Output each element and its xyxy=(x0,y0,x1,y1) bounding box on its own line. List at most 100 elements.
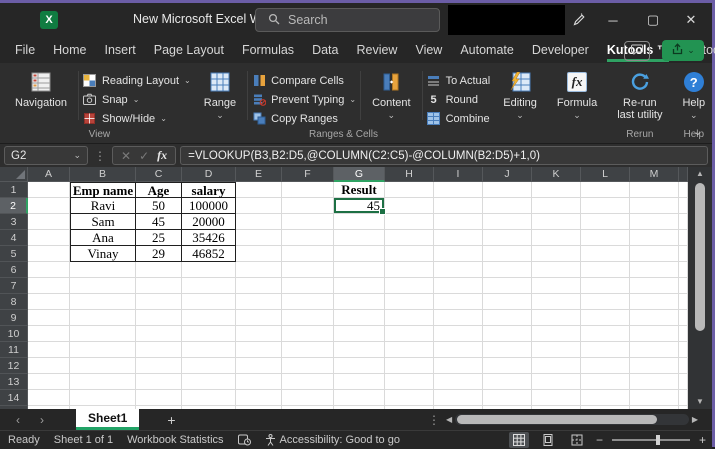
cell-L4[interactable] xyxy=(581,230,630,246)
cell-F1[interactable] xyxy=(282,182,334,198)
cell-E6[interactable] xyxy=(236,262,282,278)
cell-A13[interactable] xyxy=(28,374,70,390)
cancel-icon[interactable]: ✕ xyxy=(121,149,131,163)
row-header-7[interactable]: 7 xyxy=(0,278,28,294)
cell-E2[interactable] xyxy=(236,198,282,214)
cell-H1[interactable] xyxy=(385,182,434,198)
reading-layout-button[interactable]: Reading Layout ⌄ xyxy=(83,71,191,90)
cell-C8[interactable] xyxy=(136,294,182,310)
zoom-in-button[interactable]: + xyxy=(699,433,706,447)
cell-A1[interactable] xyxy=(28,182,70,198)
cell-B5[interactable]: Vinay xyxy=(70,246,136,262)
cell-H12[interactable] xyxy=(385,358,434,374)
cell-I11[interactable] xyxy=(434,342,483,358)
cell-K4[interactable] xyxy=(532,230,581,246)
cell-M10[interactable] xyxy=(630,326,679,342)
cell-L13[interactable] xyxy=(581,374,630,390)
cell-G4[interactable] xyxy=(334,230,385,246)
row-header-1[interactable]: 1 xyxy=(0,182,28,198)
cell-E4[interactable] xyxy=(236,230,282,246)
cell-K5[interactable] xyxy=(532,246,581,262)
column-header-M[interactable]: M xyxy=(630,167,679,182)
cell-F7[interactable] xyxy=(282,278,334,294)
cell-H2[interactable] xyxy=(385,198,434,214)
column-header-A[interactable]: A xyxy=(28,167,70,182)
cell-F12[interactable] xyxy=(282,358,334,374)
cell-J5[interactable] xyxy=(483,246,532,262)
tab-home[interactable]: Home xyxy=(44,38,95,62)
cell-E7[interactable] xyxy=(236,278,282,294)
cell-B12[interactable] xyxy=(70,358,136,374)
accessibility-status[interactable]: Accessibility: Good to go xyxy=(280,434,400,446)
cell-I3[interactable] xyxy=(434,214,483,230)
round-button[interactable]: 5 Round xyxy=(427,90,491,109)
zoom-slider[interactable] xyxy=(611,435,690,445)
row-header-2[interactable]: 2 xyxy=(0,198,28,214)
cell-I10[interactable] xyxy=(434,326,483,342)
column-header-F[interactable]: F xyxy=(282,167,334,182)
cell-L5[interactable] xyxy=(581,246,630,262)
row-header-13[interactable]: 13 xyxy=(0,374,28,390)
sheet-nav-left-icon[interactable]: ‹ xyxy=(6,413,30,427)
scroll-down-icon[interactable]: ▼ xyxy=(696,395,704,409)
cell-B4[interactable]: Ana xyxy=(70,230,136,246)
editing-button[interactable]: Editing ⌄ xyxy=(496,66,544,128)
name-box[interactable]: G2 ⌄ xyxy=(4,146,88,165)
zoom-slider-thumb[interactable] xyxy=(655,435,660,445)
column-header-H[interactable]: H xyxy=(385,167,434,182)
cell-K10[interactable] xyxy=(532,326,581,342)
cell-E12[interactable] xyxy=(236,358,282,374)
cell-C12[interactable] xyxy=(136,358,182,374)
insert-function-icon[interactable]: fx xyxy=(157,148,167,163)
workbook-statistics[interactable]: Workbook Statistics xyxy=(127,434,223,446)
cell-C10[interactable] xyxy=(136,326,182,342)
cell-I9[interactable] xyxy=(434,310,483,326)
cell-F11[interactable] xyxy=(282,342,334,358)
cell-M7[interactable] xyxy=(630,278,679,294)
cell-G10[interactable] xyxy=(334,326,385,342)
cell-H14[interactable] xyxy=(385,390,434,406)
cell-J6[interactable] xyxy=(483,262,532,278)
cell-D6[interactable] xyxy=(182,262,236,278)
scroll-left-icon[interactable]: ◀ xyxy=(446,415,452,424)
cell-E5[interactable] xyxy=(236,246,282,262)
cell-L1[interactable] xyxy=(581,182,630,198)
cell-B3[interactable]: Sam xyxy=(70,214,136,230)
cell-M6[interactable] xyxy=(630,262,679,278)
horizontal-scrollbar[interactable]: ◀ ▶ xyxy=(446,413,698,426)
cell-C11[interactable] xyxy=(136,342,182,358)
cell-A14[interactable] xyxy=(28,390,70,406)
cell-C4[interactable]: 25 xyxy=(136,230,182,246)
cell-L2[interactable] xyxy=(581,198,630,214)
tab-insert[interactable]: Insert xyxy=(96,38,145,62)
formula-input[interactable]: =VLOOKUP(B3,B2:D5,@COLUMN(C2:C5)-@COLUMN… xyxy=(180,146,708,165)
cell-L10[interactable] xyxy=(581,326,630,342)
navigation-button[interactable]: Navigation xyxy=(8,66,74,128)
cell-B2[interactable]: Ravi xyxy=(70,198,136,214)
cell-I2[interactable] xyxy=(434,198,483,214)
cell-D3[interactable]: 20000 xyxy=(182,214,236,230)
cell-J8[interactable] xyxy=(483,294,532,310)
cell-B7[interactable] xyxy=(70,278,136,294)
cell-G2[interactable]: 45 xyxy=(334,198,386,215)
cell-I6[interactable] xyxy=(434,262,483,278)
zoom-out-button[interactable]: − xyxy=(596,433,603,447)
excel-logo-icon[interactable]: X xyxy=(40,11,58,29)
cell-B10[interactable] xyxy=(70,326,136,342)
cell-D11[interactable] xyxy=(182,342,236,358)
cell-F8[interactable] xyxy=(282,294,334,310)
cell-J10[interactable] xyxy=(483,326,532,342)
cell-M8[interactable] xyxy=(630,294,679,310)
cell-K9[interactable] xyxy=(532,310,581,326)
cell-I12[interactable] xyxy=(434,358,483,374)
row-header-14[interactable]: 14 xyxy=(0,390,28,406)
column-header-B[interactable]: B xyxy=(70,167,136,182)
cell-H6[interactable] xyxy=(385,262,434,278)
search-input[interactable]: Search xyxy=(255,8,440,32)
cell-L9[interactable] xyxy=(581,310,630,326)
minimize-button[interactable]: ─ xyxy=(598,7,628,33)
cell-C13[interactable] xyxy=(136,374,182,390)
cell-C6[interactable] xyxy=(136,262,182,278)
row-header-6[interactable]: 6 xyxy=(0,262,28,278)
horizontal-scroll-thumb[interactable] xyxy=(457,415,658,424)
